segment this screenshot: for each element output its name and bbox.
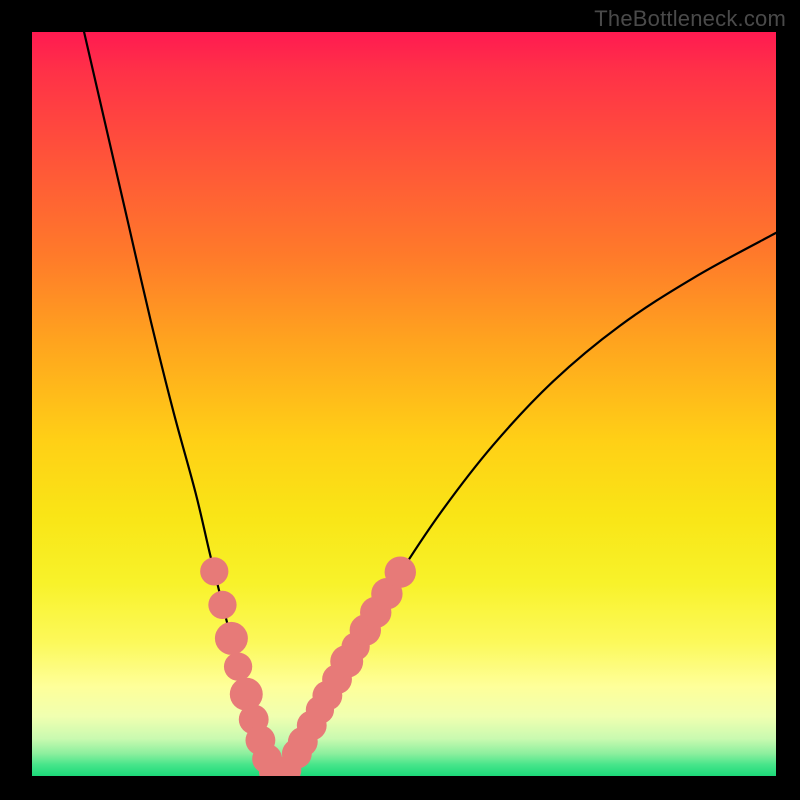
marker-dot	[208, 591, 236, 619]
chart-frame: TheBottleneck.com	[0, 0, 800, 800]
curves-layer	[32, 32, 776, 776]
marker-dot	[224, 652, 252, 680]
watermark-text: TheBottleneck.com	[594, 6, 786, 32]
marker-dot	[200, 557, 228, 585]
curve-right-branch	[274, 233, 776, 774]
marker-dot	[385, 556, 416, 587]
plot-area	[32, 32, 776, 776]
marker-dot	[215, 622, 248, 655]
